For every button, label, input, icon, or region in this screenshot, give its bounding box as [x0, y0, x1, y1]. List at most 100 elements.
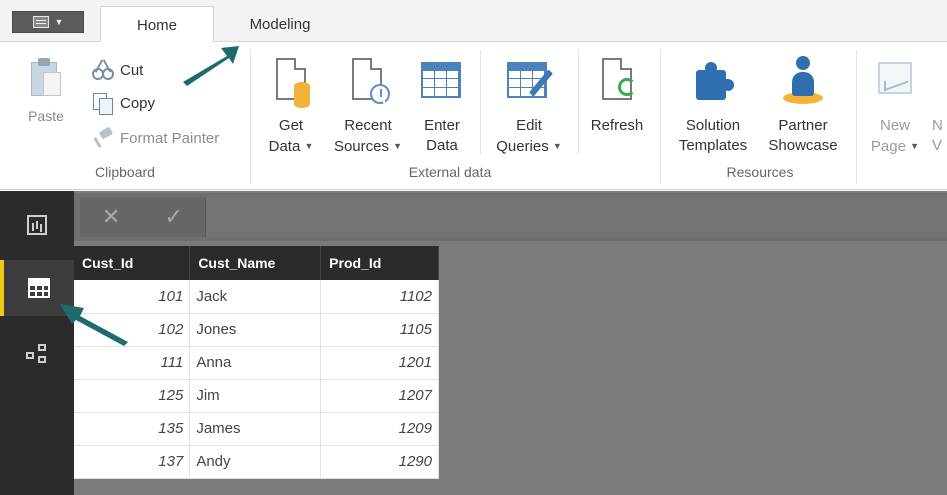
copy-label: Copy	[120, 94, 156, 112]
partner-showcase-label-2: Showcase	[768, 137, 838, 154]
formula-bar-buttons: ✕ ✓	[80, 197, 206, 237]
table-row: 137 Andy 1290	[74, 445, 439, 479]
solution-templates-label-1: Solution	[685, 117, 741, 134]
clipboard-group-label: Clipboard	[95, 164, 155, 180]
cut-button[interactable]: Cut	[92, 58, 143, 82]
new-page-button[interactable]: New Page ▼	[866, 52, 924, 157]
dropdown-arrow-icon: ▼	[304, 141, 314, 151]
column-header[interactable]: Cust_Id	[74, 246, 191, 280]
table-cell[interactable]: 135	[74, 412, 191, 446]
partner-person-icon	[760, 52, 846, 110]
commit-icon[interactable]: ✓	[165, 204, 183, 230]
chevron-down-icon: ▼	[54, 17, 64, 27]
format-painter-label: Format Painter	[120, 129, 220, 147]
paste-button[interactable]: Paste	[20, 52, 72, 124]
partner-showcase-label-1: Partner	[778, 117, 828, 134]
recent-sources-label-2: Sources	[333, 138, 389, 155]
copy-icon	[92, 92, 114, 115]
enter-data-label-1: Enter	[424, 117, 460, 134]
group-divider	[250, 50, 251, 184]
data-grid-icon	[28, 278, 50, 298]
table-cell[interactable]: James	[189, 412, 322, 446]
table-cell[interactable]: Jack	[189, 280, 322, 314]
table-cell[interactable]: Jim	[189, 379, 322, 413]
new-visual-button[interactable]: N V	[932, 52, 947, 156]
table-cell[interactable]: 1290	[320, 445, 439, 479]
dropdown-arrow-icon: ▼	[910, 141, 920, 151]
table-cell[interactable]: 137	[74, 445, 191, 479]
table-row: 111 Anna 1201	[74, 346, 439, 380]
copy-button[interactable]: Copy	[92, 91, 155, 115]
button-divider	[480, 50, 481, 154]
table-cell[interactable]: Andy	[189, 445, 322, 479]
partner-showcase-button[interactable]: Partner Showcase	[760, 52, 846, 156]
table-grid-icon	[414, 52, 470, 110]
table-header-row: Cust_Id Cust_Name Prod_Id	[74, 246, 439, 280]
report-icon	[27, 215, 47, 235]
table-cell[interactable]: 125	[74, 379, 191, 413]
cancel-icon[interactable]: ✕	[102, 204, 120, 230]
recent-sources-label-1: Recent	[344, 117, 392, 134]
new-page-label-2: Page	[870, 138, 906, 155]
ribbon: Paste Cut Copy Format Painter Clipboard …	[0, 42, 947, 190]
group-divider	[660, 50, 661, 184]
annotation-arrow-data-view	[60, 304, 128, 346]
group-divider	[856, 50, 857, 184]
table-cell[interactable]: 111	[74, 346, 191, 380]
table-row: 125 Jim 1207	[74, 379, 439, 413]
cut-label: Cut	[120, 61, 144, 79]
puzzle-icon	[668, 52, 758, 110]
get-data-label-2: Data	[268, 138, 301, 155]
solution-templates-label-2: Templates	[678, 137, 748, 154]
relationships-icon	[26, 344, 48, 366]
scissors-icon	[92, 59, 114, 81]
button-divider	[578, 50, 579, 154]
table-cell[interactable]: Jones	[189, 313, 322, 347]
data-table: Cust_Id Cust_Name Prod_Id 101 Jack 1102 …	[74, 246, 439, 479]
formula-input[interactable]	[206, 197, 947, 237]
table-row: 135 James 1209	[74, 412, 439, 446]
new-visual-label-1: N	[932, 117, 943, 134]
dropdown-arrow-icon: ▼	[393, 141, 403, 151]
column-header[interactable]: Prod_Id	[320, 246, 439, 280]
annotation-arrow-modeling	[183, 46, 239, 86]
refresh-button[interactable]: Refresh	[584, 52, 650, 136]
get-data-button[interactable]: Get Data ▼	[262, 52, 320, 157]
recent-sources-button[interactable]: Recent Sources ▼	[328, 52, 408, 157]
new-page-label-1: New	[879, 117, 910, 134]
formula-bar: ✕ ✓	[74, 193, 947, 241]
column-header[interactable]: Cust_Name	[189, 246, 322, 280]
edit-queries-label-2: Queries	[496, 138, 549, 155]
refresh-label: Refresh	[590, 117, 644, 134]
paste-icon	[29, 56, 63, 98]
edit-queries-label-1: Edit	[516, 117, 542, 134]
edit-queries-icon	[486, 52, 572, 110]
get-data-icon	[262, 52, 320, 110]
table-cell[interactable]: 1105	[320, 313, 439, 347]
ribbon-tab-row: ▼ Home Modeling	[0, 0, 947, 43]
file-menu-button[interactable]: ▼	[12, 11, 84, 33]
solution-templates-button[interactable]: Solution Templates	[668, 52, 758, 156]
document-icon	[32, 16, 49, 28]
recent-sources-icon	[328, 52, 408, 110]
edit-queries-button[interactable]: Edit Queries ▼	[486, 52, 572, 157]
enter-data-label-2: Data	[426, 137, 458, 154]
table-cell[interactable]: 1209	[320, 412, 439, 446]
get-data-label-1: Get	[278, 117, 304, 134]
table-cell[interactable]: 1207	[320, 379, 439, 413]
table-cell[interactable]: 1102	[320, 280, 439, 314]
refresh-icon	[584, 52, 650, 110]
new-visual-icon	[932, 52, 947, 110]
new-page-icon	[866, 52, 924, 110]
enter-data-button[interactable]: Enter Data	[414, 52, 470, 156]
dropdown-arrow-icon: ▼	[552, 141, 562, 151]
paste-label: Paste	[28, 108, 64, 124]
new-visual-label-2: V	[932, 137, 943, 154]
resources-group-label: Resources	[726, 164, 794, 180]
report-view-button[interactable]	[0, 197, 74, 253]
table-cell[interactable]: 1201	[320, 346, 439, 380]
table-cell[interactable]: Anna	[189, 346, 322, 380]
paintbrush-icon	[92, 127, 114, 149]
external-data-group-label: External data	[408, 164, 492, 180]
format-painter-button[interactable]: Format Painter	[92, 126, 219, 150]
